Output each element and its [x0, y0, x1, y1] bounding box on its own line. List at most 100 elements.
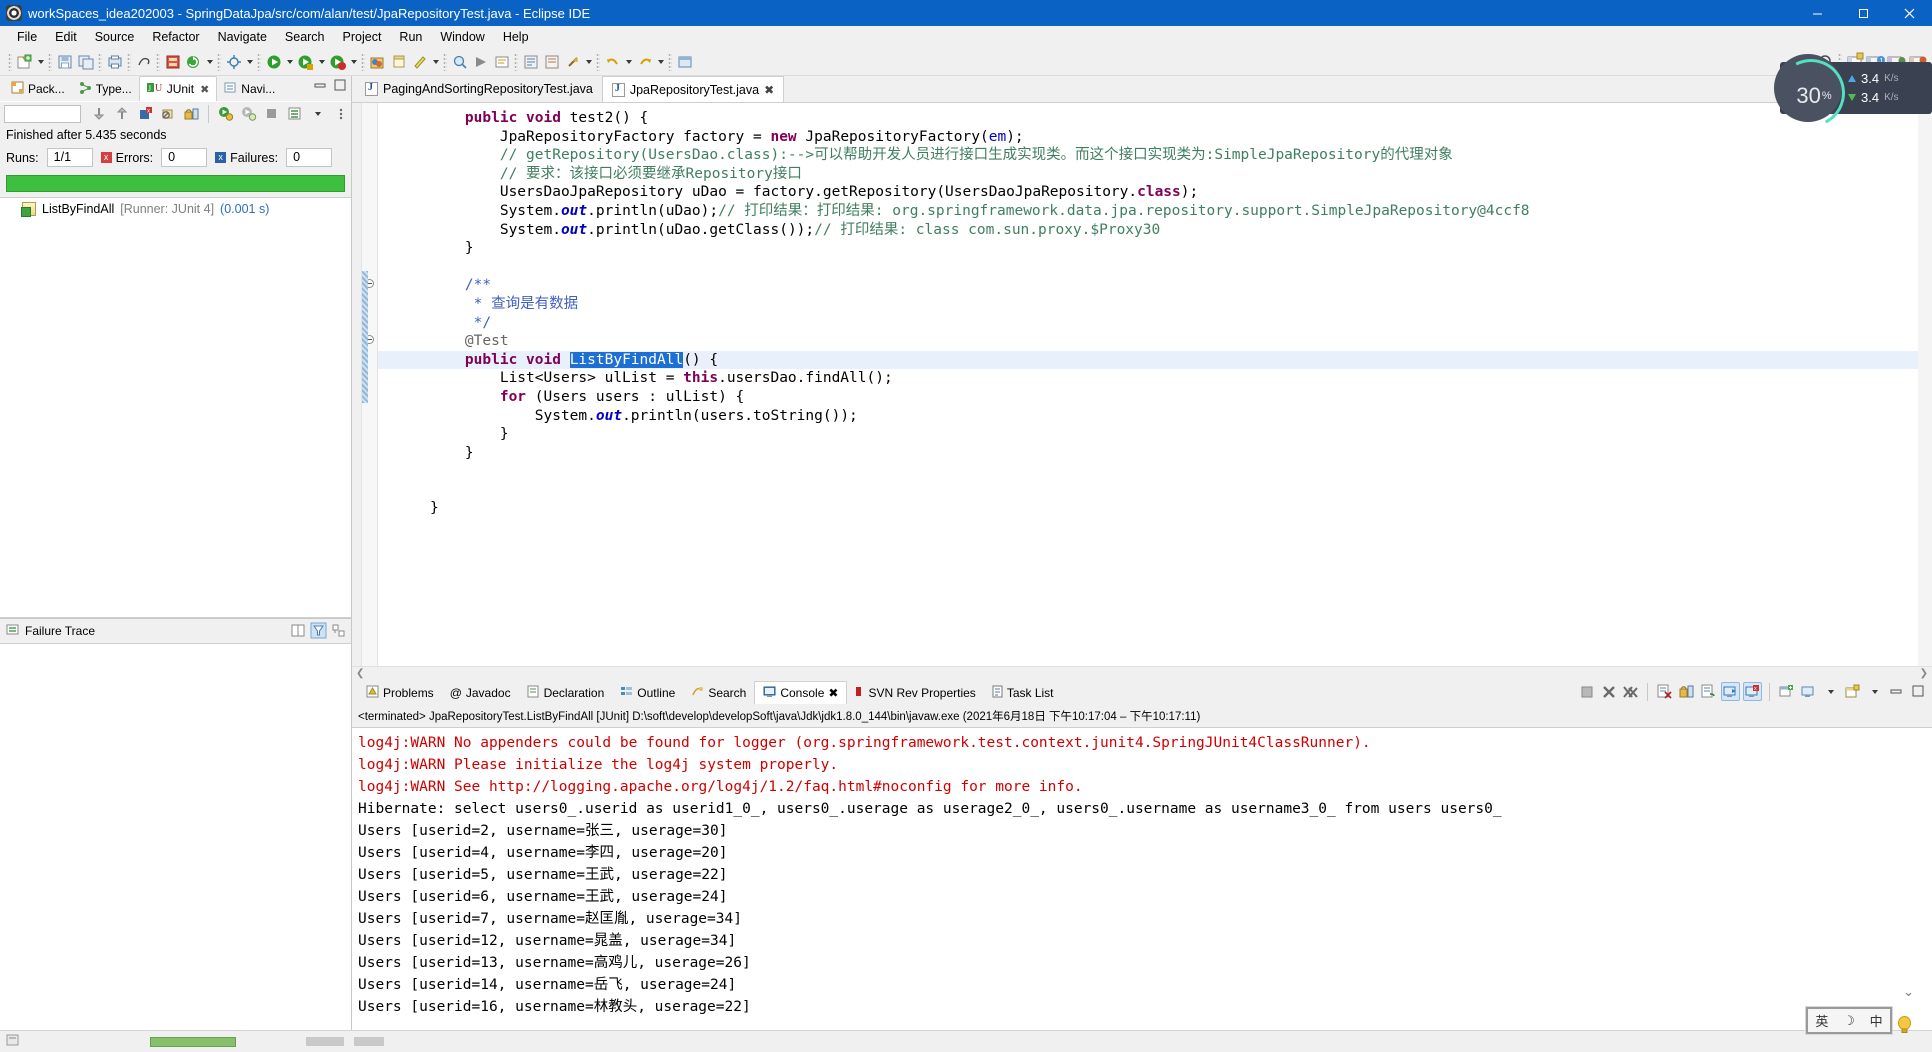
tab-junit-close[interactable]: ✖ [200, 83, 209, 96]
next-annotation-icon[interactable] [520, 51, 541, 73]
close-button[interactable] [1886, 0, 1932, 26]
tab-task-list[interactable]: Task List [984, 681, 1062, 704]
show-failures-only-icon[interactable]: x [135, 103, 156, 125]
minimize-button[interactable] [1794, 0, 1840, 26]
new-class-icon[interactable] [409, 51, 430, 73]
editor-tab-jparepository[interactable]: JpaRepositoryTest.java ✖ [601, 76, 785, 102]
scroll-left-icon[interactable]: ❮ [356, 668, 364, 679]
lock-scroll-icon[interactable] [181, 103, 202, 125]
new-wizard-icon[interactable] [14, 51, 35, 73]
print-icon[interactable] [104, 51, 125, 73]
external-tools-icon[interactable] [223, 51, 244, 73]
open-console-icon[interactable] [1843, 682, 1862, 701]
tab-console-close[interactable]: ✖ [828, 686, 838, 700]
debug-icon[interactable] [263, 51, 284, 73]
toggle-mark-occurrences-icon[interactable] [491, 51, 512, 73]
editor-folding-column[interactable] [362, 103, 378, 666]
menu-item-refactor[interactable]: Refactor [143, 28, 208, 46]
search-toolbar-icon[interactable] [449, 51, 470, 73]
tab-outline[interactable]: Outline [612, 681, 683, 704]
code-text[interactable]: public void test2() { JpaRepositoryFacto… [378, 103, 1932, 666]
remove-all-launches-icon[interactable] [1621, 682, 1640, 701]
show-ignored-icon[interactable] [158, 103, 179, 125]
scroll-lock-icon[interactable] [1677, 682, 1696, 701]
build-icon[interactable] [470, 51, 491, 73]
new-window-icon[interactable] [674, 51, 695, 73]
menu-item-window[interactable]: Window [431, 28, 493, 46]
code-editor[interactable]: public void test2() { JpaRepositoryFacto… [352, 102, 1932, 666]
new-wizard-dropdown[interactable] [35, 51, 46, 73]
menu-item-file[interactable]: File [8, 28, 46, 46]
minimize-console-icon[interactable] [1887, 682, 1906, 701]
run-dropdown[interactable] [316, 51, 327, 73]
maximize-view-icon[interactable] [334, 79, 347, 97]
next-failure-icon[interactable] [89, 103, 110, 125]
menu-item-run[interactable]: Run [390, 28, 431, 46]
junit-filter-box[interactable] [4, 104, 81, 123]
network-monitor-widget[interactable]: 30% 3.4 K/s 3.4 K/s [1768, 50, 1932, 136]
rerun-failed-icon[interactable] [238, 103, 259, 125]
chevron-down-icon-2[interactable] [1865, 682, 1884, 701]
view-menu-icon[interactable] [307, 103, 328, 125]
last-edit-location-icon[interactable] [562, 51, 583, 73]
menu-item-help[interactable]: Help [494, 28, 538, 46]
tab-junit[interactable]: JU JUnit ✖ [138, 76, 218, 101]
tab-package-explorer[interactable]: Pack... [4, 76, 72, 101]
terminate-icon[interactable] [1577, 682, 1596, 701]
new-package-icon[interactable] [388, 51, 409, 73]
maximize-button[interactable] [1840, 0, 1886, 26]
editor-horizontal-scrollbar[interactable]: ❮ ❯ [352, 666, 1932, 680]
show-console-on-output-icon[interactable] [1721, 682, 1740, 701]
scroll-right-icon[interactable]: ❯ [1920, 668, 1928, 679]
forward-icon[interactable] [634, 51, 655, 73]
tab-svn-rev-properties[interactable]: SVN Rev Properties [847, 681, 983, 704]
minimize-view-icon[interactable] [314, 79, 327, 97]
forward-dropdown[interactable] [655, 51, 666, 73]
pin-console-icon[interactable] [1777, 682, 1796, 701]
tab-javadoc[interactable]: @ Javadoc [442, 681, 519, 704]
tab-navigator[interactable]: Navi... [217, 76, 282, 101]
new-class-dropdown[interactable] [430, 51, 441, 73]
failure-trace-body[interactable] [0, 643, 351, 1052]
menu-item-source[interactable]: Source [86, 28, 144, 46]
open-type-icon[interactable] [162, 51, 183, 73]
tab-declaration[interactable]: Declaration [519, 681, 613, 704]
tab-problems[interactable]: Problems [358, 681, 442, 704]
run-icon[interactable] [295, 51, 316, 73]
failure-trace-menu-icon[interactable] [331, 623, 346, 641]
junit-tree-item[interactable]: ListByFindAll [Runner: JUnit 4] (0.001 s… [0, 198, 351, 220]
coverage-dropdown[interactable] [348, 51, 359, 73]
stop-test-icon[interactable] [261, 103, 282, 125]
editor-vertical-scrollbar[interactable] [1918, 103, 1932, 666]
menu-item-project[interactable]: Project [334, 28, 391, 46]
debug-dropdown[interactable] [284, 51, 295, 73]
lightbulb-icon[interactable] [1897, 1016, 1912, 1034]
tab-search[interactable]: Search [683, 681, 754, 704]
junit-results-tree[interactable]: ListByFindAll [Runner: JUnit 4] (0.001 s… [0, 197, 351, 618]
chevron-down-icon-statusbar[interactable]: ⌄ [1903, 984, 1914, 1000]
junit-view-menu-dots[interactable] [330, 103, 351, 125]
last-edit-dropdown[interactable] [583, 51, 594, 73]
rerun-test-icon[interactable] [215, 103, 236, 125]
console-output[interactable]: log4j:WARN No appenders could be found f… [352, 727, 1932, 1038]
prev-failure-icon[interactable] [112, 103, 133, 125]
menu-item-search[interactable]: Search [276, 28, 334, 46]
editor-left-ruler[interactable] [352, 103, 362, 666]
new-java-project-icon[interactable] [367, 51, 388, 73]
word-wrap-icon[interactable] [1699, 682, 1718, 701]
ime-mode-button[interactable]: 英 [1811, 1011, 1832, 1030]
chevron-down-icon[interactable] [1821, 682, 1840, 701]
remove-launch-icon[interactable] [1599, 682, 1618, 701]
toolbar-drag-handle[interactable] [8, 52, 12, 71]
show-console-on-error-icon[interactable]: x [1743, 682, 1762, 701]
test-run-history-icon[interactable] [284, 103, 305, 125]
ime-language-bar[interactable]: 英 ☽ 中 [1806, 1007, 1892, 1034]
maximize-console-icon[interactable] [1909, 682, 1928, 701]
editor-tab-paging[interactable]: PagingAndSortingRepositoryTest.java [356, 76, 602, 102]
back-dropdown[interactable] [623, 51, 634, 73]
external-tools-dropdown[interactable] [244, 51, 255, 73]
menu-item-edit[interactable]: Edit [46, 28, 86, 46]
editor-tab-close[interactable]: ✖ [764, 83, 774, 97]
tab-console[interactable]: Console ✖ [754, 681, 848, 704]
refresh-icon[interactable] [183, 51, 204, 73]
